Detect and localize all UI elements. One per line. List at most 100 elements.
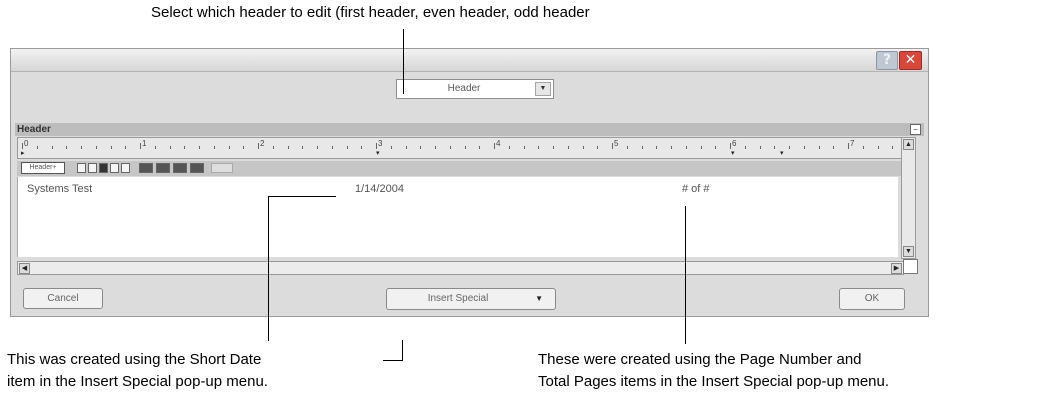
ruler-number: 2 [260, 139, 265, 148]
vertical-scrollbar[interactable]: ▲ ▼ [901, 137, 916, 259]
header-footer-dialog: ? ✕ Header ▼ Header − 0 1 2 3 4 5 6 7 ▸ ▾ ▾ ▾ Heade… [10, 48, 929, 317]
ruler-tick [582, 146, 584, 149]
ruler-tick [95, 146, 97, 149]
page-number-callout-line [685, 206, 686, 344]
scroll-up-icon[interactable]: ▲ [903, 139, 914, 150]
ruler-tick [803, 146, 805, 149]
horizontal-scrollbar[interactable]: ◀ ▶ [17, 261, 904, 275]
scroll-down-icon[interactable]: ▼ [903, 246, 914, 257]
ruler-tick [538, 146, 540, 149]
ruler-tick [243, 146, 245, 149]
ruler-tick [199, 146, 200, 149]
insert-special-button[interactable]: Insert Special ▼ [386, 288, 556, 310]
align-left-icon[interactable] [77, 163, 86, 173]
ruler-tick [715, 146, 717, 149]
spacing-option-icon[interactable] [211, 163, 233, 173]
page-number-annotation-line2: Total Pages items in the Insert Special … [538, 373, 890, 390]
ruler-tick [626, 146, 628, 149]
ruler-tick [494, 143, 495, 149]
ruler[interactable]: 0 1 2 3 4 5 6 7 ▸ ▾ ▾ ▾ [17, 137, 903, 159]
close-icon[interactable]: ✕ [899, 51, 922, 70]
header-date-field[interactable]: 1/14/2004 [355, 183, 404, 195]
ruler-tick [169, 146, 171, 149]
ruler-tick [774, 146, 776, 149]
ruler-tick [361, 146, 363, 149]
ruler-tick [759, 146, 761, 149]
ruler-tick [862, 146, 864, 149]
one-half-spacing-icon[interactable] [156, 163, 170, 173]
title-bar: ? ✕ [11, 49, 928, 72]
ruler-tick [51, 146, 53, 149]
ruler-tick [213, 146, 215, 149]
short-date-annotation-line2: item in the Insert Special pop-up menu. [7, 373, 268, 390]
header-menu-button[interactable]: Header+ [21, 162, 65, 174]
ruler-tick [125, 146, 127, 149]
page-number-annotation-line1: These were created using the Page Number… [538, 351, 862, 368]
tab-stop-marker[interactable]: ▸ [21, 149, 25, 157]
cancel-button[interactable]: Cancel [23, 288, 103, 309]
ruler-tick [685, 146, 687, 149]
ruler-tick [317, 146, 318, 149]
date-callout-vertical [268, 196, 269, 341]
ruler-tick [656, 146, 658, 149]
align-center-icon[interactable] [88, 163, 97, 173]
top-annotation: Select which header to edit (first heade… [151, 4, 590, 21]
ruler-tick [567, 146, 569, 149]
date-callout-horizontal [268, 196, 336, 197]
custom-spacing-icon[interactable] [190, 163, 204, 173]
header-page-number-field[interactable]: # of # [682, 183, 710, 195]
ruler-tick [258, 143, 259, 149]
header-type-value: Header [447, 83, 481, 94]
ruler-tick [420, 146, 422, 149]
ruler-tick [110, 146, 112, 149]
double-spacing-icon[interactable] [173, 163, 187, 173]
collapse-icon[interactable]: − [910, 124, 921, 135]
tab-stop-marker[interactable]: ▾ [376, 149, 380, 157]
ruler-tick [553, 146, 554, 149]
scroll-left-icon[interactable]: ◀ [19, 263, 30, 274]
scroll-corner [903, 259, 918, 274]
ruler-tick [892, 146, 894, 149]
annotation-connector [383, 360, 402, 361]
ruler-tick [523, 146, 525, 149]
annotation-connector-up [402, 340, 403, 361]
ruler-number: 5 [614, 139, 619, 148]
ruler-tick [228, 146, 230, 149]
ruler-tick [346, 146, 348, 149]
ruler-tick [154, 146, 156, 149]
tab-stop-marker[interactable]: ▾ [780, 149, 784, 157]
ruler-tick [405, 146, 407, 149]
ruler-number: 7 [850, 139, 855, 148]
justify-all-icon[interactable] [121, 163, 130, 173]
ruler-tick [597, 146, 599, 149]
ruler-tick [671, 146, 672, 149]
ruler-number: 6 [732, 139, 737, 148]
ruler-tick [848, 143, 849, 149]
insert-special-label: Insert Special [427, 293, 489, 304]
header-editor[interactable]: Systems Test 1/14/2004 # of # [17, 177, 898, 257]
short-date-annotation-line1: This was created using the Short Date [7, 351, 262, 368]
chevron-down-icon[interactable]: ▼ [535, 82, 551, 96]
ruler-tick [818, 146, 820, 149]
section-label: Header [17, 124, 51, 135]
scroll-right-icon[interactable]: ▶ [891, 263, 902, 274]
align-right-icon[interactable] [99, 163, 108, 173]
header-type-select[interactable]: Header ▼ [396, 79, 554, 99]
format-toolbar: Header+ [17, 161, 903, 176]
ruler-tick [612, 143, 613, 149]
ruler-tick [302, 146, 304, 149]
header-section-bar: Header − [15, 123, 924, 136]
help-icon[interactable]: ? [876, 51, 898, 70]
single-spacing-icon[interactable] [139, 163, 153, 173]
tab-stop-marker[interactable]: ▾ [731, 149, 735, 157]
justify-icon[interactable] [110, 163, 119, 173]
ruler-tick [641, 146, 643, 149]
header-left-text[interactable]: Systems Test [27, 183, 92, 195]
ruler-number: 3 [378, 139, 383, 148]
ruler-tick [184, 146, 186, 149]
ruler-number: 0 [24, 139, 29, 148]
ok-button[interactable]: OK [839, 288, 905, 310]
ruler-tick [81, 146, 82, 149]
ruler-tick [272, 146, 274, 149]
ruler-tick [700, 146, 702, 149]
